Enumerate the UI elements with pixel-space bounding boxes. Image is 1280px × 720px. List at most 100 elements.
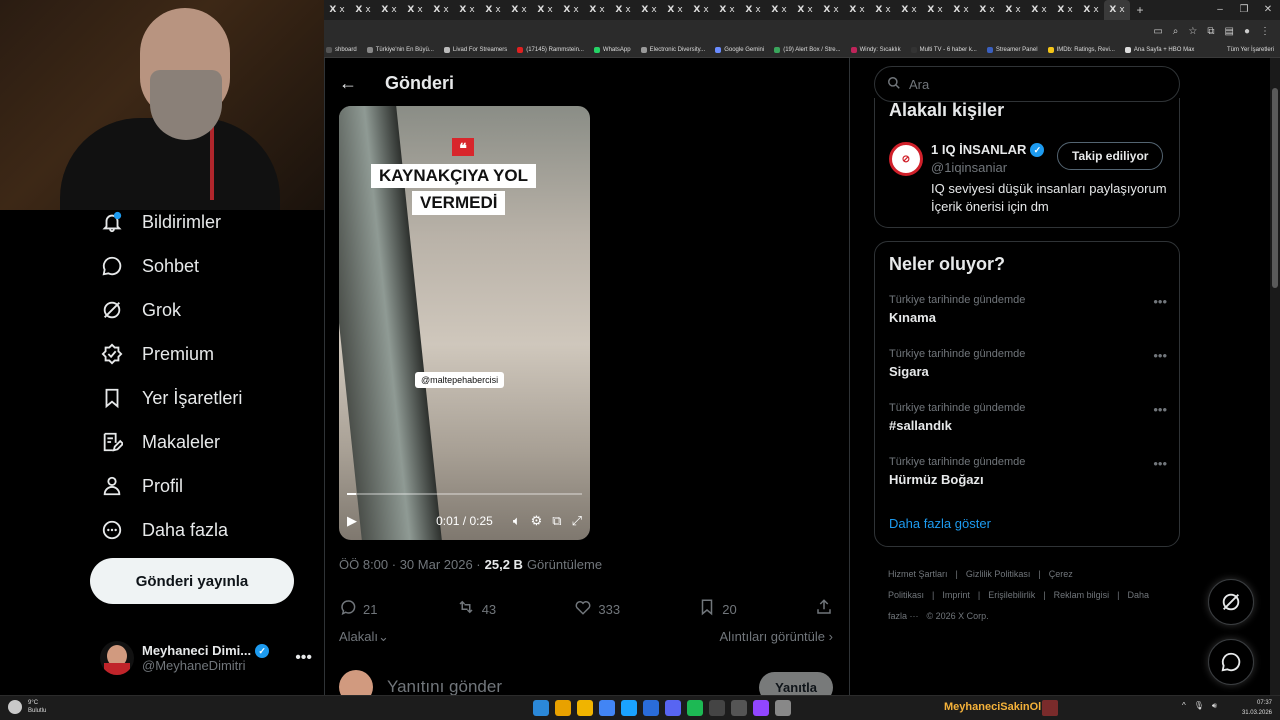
close-icon[interactable]: x: [495, 5, 500, 15]
browser-tab[interactable]: Xx: [558, 0, 584, 20]
bookmark-item[interactable]: Türkiye'nin En Büyü...: [366, 46, 434, 53]
sidebar-item-notifications[interactable]: Bildirimler: [100, 210, 221, 234]
restore-button[interactable]: ❐: [1232, 0, 1256, 20]
volume-icon[interactable]: 🔈︎: [513, 513, 521, 529]
system-tray[interactable]: ^ 🎙︎ 🔊︎: [1182, 701, 1217, 711]
reply-button[interactable]: 21: [339, 598, 377, 621]
browser-tab[interactable]: Xx: [896, 0, 922, 20]
close-icon[interactable]: x: [989, 5, 994, 15]
sidebar-item-premium[interactable]: Premium: [100, 342, 214, 366]
browser-tab[interactable]: Xx: [506, 0, 532, 20]
browser-tab[interactable]: Xx: [1000, 0, 1026, 20]
close-icon[interactable]: x: [859, 5, 864, 15]
close-icon[interactable]: x: [573, 5, 578, 15]
trend-more-icon[interactable]: •••: [1153, 456, 1167, 471]
bookmark-item[interactable]: Electronic Diversity...: [640, 46, 705, 53]
taskbar-app-icon[interactable]: [775, 700, 791, 716]
close-icon[interactable]: x: [1015, 5, 1020, 15]
close-icon[interactable]: x: [1093, 5, 1098, 15]
pip-icon[interactable]: ⧉: [552, 513, 561, 529]
speaker-icon[interactable]: 🔊︎: [1212, 701, 1217, 711]
close-icon[interactable]: x: [651, 5, 656, 15]
browser-tab[interactable]: Xx: [688, 0, 714, 20]
taskbar-app-icon[interactable]: [731, 700, 747, 716]
post-timestamp[interactable]: ÖÖ 8:00 · 30 Mar 2026 ·: [339, 557, 481, 572]
browser-tab[interactable]: Xx: [402, 0, 428, 20]
browser-tab[interactable]: Xx: [1026, 0, 1052, 20]
sort-dropdown[interactable]: Alakalı⌄: [339, 629, 389, 645]
taskbar-app-icon[interactable]: [643, 700, 659, 716]
browser-tab[interactable]: Xx: [1078, 0, 1104, 20]
trend-more-icon[interactable]: •••: [1153, 348, 1167, 363]
bookmark-item[interactable]: Streamer Panel: [986, 46, 1038, 53]
close-icon[interactable]: x: [625, 5, 630, 15]
taskbar-app-icon[interactable]: [533, 700, 549, 716]
browser-tab[interactable]: Xx: [948, 0, 974, 20]
close-icon[interactable]: x: [677, 5, 682, 15]
sidebar-item-grok[interactable]: Grok: [100, 298, 181, 322]
close-window-button[interactable]: ✕: [1256, 0, 1280, 20]
share-button[interactable]: [815, 598, 833, 621]
close-icon[interactable]: x: [755, 5, 760, 15]
bookmark-item[interactable]: Ana Sayfa + HBO Max: [1124, 46, 1194, 53]
browser-tab[interactable]: Xx: [922, 0, 948, 20]
sidebar-item-more[interactable]: Daha fazla: [100, 518, 228, 542]
search-input[interactable]: [909, 76, 1149, 92]
close-icon[interactable]: x: [391, 5, 396, 15]
browser-tab[interactable]: Xx: [428, 0, 454, 20]
star-icon[interactable]: ☆: [1188, 26, 1197, 37]
bookmark-item[interactable]: shboard: [326, 46, 357, 53]
close-icon[interactable]: x: [365, 5, 370, 15]
account-switcher[interactable]: Meyhaneci Dimi... ✓ @MeyhaneDimitri •••: [100, 634, 312, 682]
all-bookmarks-button[interactable]: Tüm Yer İşaretleri: [1227, 47, 1280, 53]
taskbar-app-icon[interactable]: [555, 700, 571, 716]
close-icon[interactable]: x: [521, 5, 526, 15]
taskbar-app-icon[interactable]: [599, 700, 615, 716]
trend-more-icon[interactable]: •••: [1153, 402, 1167, 417]
sidebar-item-articles[interactable]: Makaleler: [100, 430, 220, 454]
close-icon[interactable]: x: [963, 5, 968, 15]
browser-tab[interactable]: Xx: [610, 0, 636, 20]
messages-fab-icon[interactable]: [1208, 639, 1254, 685]
cast-icon[interactable]: ▭: [1153, 26, 1162, 37]
browser-tab[interactable]: Xx: [454, 0, 480, 20]
close-icon[interactable]: x: [599, 5, 604, 15]
close-icon[interactable]: x: [729, 5, 734, 15]
new-tab-button[interactable]: +: [1130, 3, 1150, 17]
reply-submit-button[interactable]: Yanıtla: [759, 671, 833, 695]
bookmark-button[interactable]: 20: [698, 598, 737, 621]
browser-tab[interactable]: Xx: [662, 0, 688, 20]
trend-item[interactable]: Türkiye tarihinde gündemde Kınama •••: [889, 294, 1167, 325]
close-icon[interactable]: x: [417, 5, 422, 15]
taskbar-app-icon[interactable]: [709, 700, 725, 716]
close-icon[interactable]: x: [339, 5, 344, 15]
bookmark-item[interactable]: WhatsApp: [593, 46, 631, 53]
play-icon[interactable]: ▶: [347, 513, 357, 529]
sidebar-item-bookmarks[interactable]: Yer İşaretleri: [100, 386, 242, 410]
fullscreen-icon[interactable]: ⤢: [572, 513, 582, 529]
browser-tab[interactable]: Xx: [584, 0, 610, 20]
taskbar-app-icon[interactable]: [577, 700, 593, 716]
post-button[interactable]: Gönderi yayınla: [90, 558, 294, 604]
account-more-icon[interactable]: •••: [295, 649, 312, 667]
footer-link[interactable]: Hizmet Şartları: [888, 569, 948, 579]
footer-link[interactable]: Reklam bilgisi: [1054, 590, 1110, 600]
browser-tab[interactable]: Xx: [818, 0, 844, 20]
following-button[interactable]: Takip ediliyor: [1057, 142, 1164, 170]
page-scrollbar[interactable]: [1270, 58, 1280, 695]
footer-link[interactable]: Erişilebilirlik: [988, 590, 1035, 600]
extensions-icon[interactable]: ⧉: [1207, 26, 1214, 37]
sidebar-item-profile[interactable]: Profil: [100, 474, 183, 498]
video-player[interactable]: ❝ KAYNAKÇIYA YOL VERMEDİ @maltepehaberci…: [339, 106, 590, 540]
bookmark-item[interactable]: (19) Alert Box / Stre...: [774, 46, 841, 53]
browser-tab[interactable]: Xx: [350, 0, 376, 20]
browser-tab[interactable]: Xx: [766, 0, 792, 20]
trend-item[interactable]: Türkiye tarihinde gündemde #sallandık ••…: [889, 402, 1167, 433]
close-icon[interactable]: x: [911, 5, 916, 15]
close-icon[interactable]: x: [833, 5, 838, 15]
close-icon[interactable]: x: [469, 5, 474, 15]
bookmark-item[interactable]: IMDb: Ratings, Revi...: [1047, 46, 1115, 53]
taskbar-app-icon[interactable]: [665, 700, 681, 716]
clock[interactable]: 07:37 31.03.2026: [1242, 698, 1272, 718]
bookmark-item[interactable]: (17145) Rammstein...: [517, 46, 584, 53]
